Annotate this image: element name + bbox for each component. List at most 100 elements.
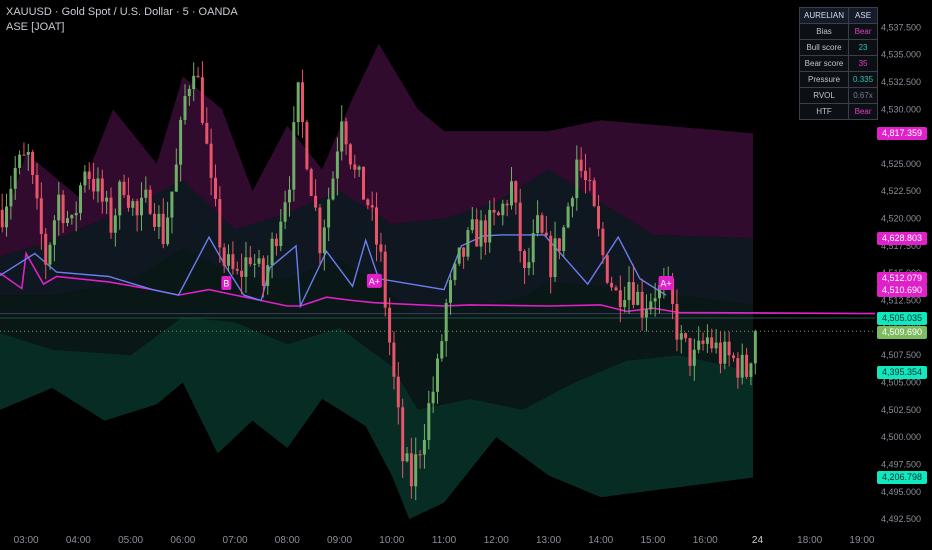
chart-symbol-title[interactable]: XAUUSD · Gold Spot / U.S. Dollar · 5 · O… [6, 6, 238, 18]
time-tick-label: 15:00 [640, 535, 665, 546]
candle-body [483, 220, 487, 243]
candle-body [196, 75, 200, 78]
candle [592, 177, 596, 208]
candle-body [409, 453, 413, 487]
price-tag: 4,510.690 [877, 284, 927, 298]
time-tick-label: 05:00 [118, 535, 143, 546]
candle-body [440, 341, 444, 359]
candle-body [753, 331, 757, 364]
candle-body [727, 341, 731, 356]
candle-body [644, 309, 648, 318]
candle-body [745, 354, 749, 377]
candle-body [126, 195, 130, 208]
candle-body [153, 213, 156, 227]
candle-body [214, 177, 217, 199]
table-row-value: Bear [848, 23, 879, 40]
table-row-label: Bull score [798, 39, 850, 56]
price-chart[interactable]: B A+ A+ 4,492.500 4,495.000 4,497.500 4,500.0… [0, 0, 932, 550]
candle [383, 244, 387, 317]
candle-body [710, 337, 714, 349]
candle-body [623, 300, 627, 308]
candle-body [610, 282, 614, 288]
candle-body [292, 122, 296, 190]
candle [362, 166, 365, 200]
table-row-label: HTF [798, 103, 850, 120]
candle-body [379, 244, 383, 252]
candle-body [248, 257, 252, 265]
candle-body [200, 77, 204, 123]
candle [466, 227, 470, 261]
time-tick-label: 08:00 [275, 535, 300, 546]
candle-body [35, 175, 39, 199]
candle-body [584, 170, 587, 180]
candle-body [301, 82, 304, 123]
candle-body [479, 220, 483, 247]
candle-body [274, 238, 278, 247]
candle-body [131, 201, 135, 208]
indicator-name-label[interactable]: ASE [JOAT] [6, 21, 64, 33]
candle-body [52, 220, 56, 245]
candle-body [205, 122, 209, 144]
candle-body [597, 206, 600, 229]
candle-body [723, 341, 727, 364]
candle-body [462, 247, 466, 257]
candle-body [414, 454, 418, 487]
candle-body [557, 238, 561, 251]
candle [540, 212, 544, 235]
candle-body [314, 195, 318, 208]
table-row: Bear score 35 [798, 55, 879, 72]
candle-body [344, 121, 348, 145]
time-tick-label: 11:00 [432, 535, 457, 546]
candle-body [601, 228, 605, 256]
table-header-ase: ASE [848, 7, 879, 24]
time-axis[interactable]: 03:00 04:00 05:00 06:00 07:00 08:00 09:00 10:00… [14, 535, 875, 546]
candle-body [235, 268, 239, 271]
table-row-value: 35 [848, 55, 879, 72]
candle-body [5, 206, 8, 228]
candle-body [83, 171, 87, 186]
candle-body [405, 453, 409, 462]
candle-body [266, 265, 270, 286]
candle-body [244, 257, 248, 277]
candle-body [470, 219, 474, 231]
candle [196, 67, 200, 78]
candle-body [322, 227, 326, 254]
candle-body [288, 189, 291, 203]
candle-body [518, 202, 522, 251]
candle [200, 61, 204, 126]
candle-body [618, 290, 622, 308]
table-row-value: 23 [848, 39, 879, 56]
candle-body [697, 340, 701, 350]
price-tick-label: 4,500.000 [881, 432, 921, 442]
candle-body [679, 333, 683, 340]
candle-body [570, 198, 574, 207]
price-tick-label: 4,525.000 [881, 159, 921, 169]
signal-label: A+ [369, 276, 380, 286]
candle-body [675, 304, 679, 340]
candle-body [592, 180, 596, 207]
candle-body [536, 215, 540, 233]
price-tick-label: 4,507.500 [881, 350, 921, 360]
candle-body [566, 206, 570, 228]
signal-marker: A+ [366, 273, 382, 288]
price-tag: 4,505.035 [877, 311, 927, 325]
candle-body [31, 152, 35, 175]
candle-body [579, 159, 583, 171]
table-row: Pressure 0.335 [798, 71, 879, 88]
table-row-label: Bear score [798, 55, 850, 72]
table-row-label: RVOL [798, 87, 850, 104]
candle-body [540, 215, 544, 233]
candle-body [496, 212, 500, 216]
time-tick-label: 03:00 [14, 535, 39, 546]
candle-body [113, 215, 117, 233]
candle-body [118, 181, 122, 216]
candle-body [631, 282, 635, 305]
candle-body [0, 209, 4, 228]
candle-body [61, 194, 65, 224]
candle-body [505, 203, 509, 206]
candle-body [531, 233, 535, 263]
candle-body [362, 166, 365, 200]
price-tick-label: 4,530.000 [881, 104, 921, 114]
candle-body [183, 96, 187, 120]
price-tick-label: 4,495.000 [881, 487, 921, 497]
